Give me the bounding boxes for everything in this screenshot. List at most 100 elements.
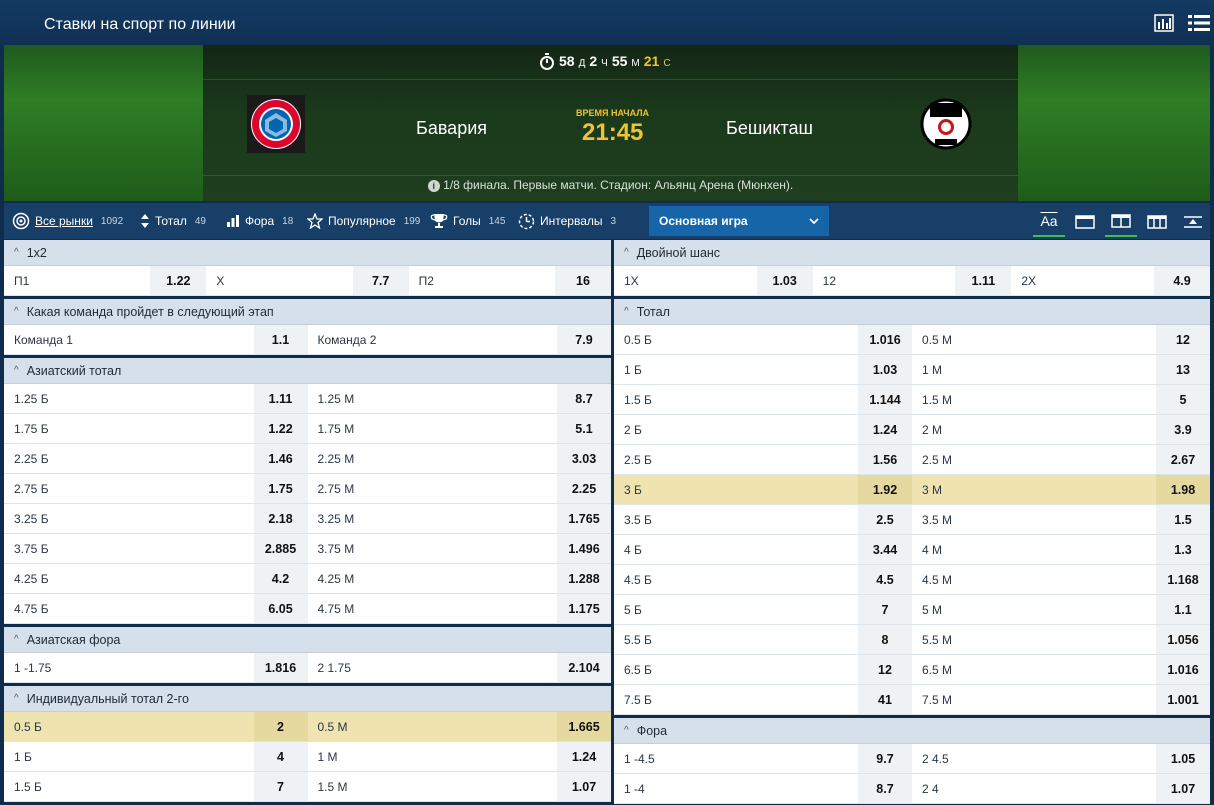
odds-cell[interactable]: 3.75 Б 2.885 <box>4 534 308 563</box>
odds-cell[interactable]: 5 Б 7 <box>614 595 912 624</box>
odds-cell[interactable]: П2 16 <box>409 266 611 295</box>
odds-cell[interactable]: 4.75 Б 6.05 <box>4 594 308 623</box>
odds-row: 5 Б 7 5 М 1.1 <box>614 595 1210 625</box>
odds-cell[interactable]: 2.5 М 2.67 <box>912 445 1210 474</box>
filter-goals[interactable]: Голы 145 <box>430 203 505 239</box>
odds-cell[interactable]: 3.25 Б 2.18 <box>4 504 308 533</box>
odds-cell[interactable]: 4 М 1.3 <box>912 535 1210 564</box>
team1-crest-icon <box>247 95 305 153</box>
list-menu-icon[interactable] <box>1188 14 1210 34</box>
filter-popular[interactable]: Популярное 199 <box>307 203 420 239</box>
odds-cell[interactable]: 2.25 Б 1.46 <box>4 444 308 473</box>
odds-cell[interactable]: 2 Б 1.24 <box>614 415 912 444</box>
odds-cell[interactable]: П1 1.22 <box>4 266 207 295</box>
odds-cell[interactable]: 2.75 Б 1.75 <box>4 474 308 503</box>
handicap-bars-icon <box>227 215 239 227</box>
stats-icon[interactable] <box>1154 14 1176 34</box>
collapse-all-button[interactable] <box>1177 207 1209 237</box>
filter-handicap[interactable]: Фора 18 <box>226 203 293 239</box>
odds-cell[interactable]: 1 Б 1.03 <box>614 355 912 384</box>
odds-cell[interactable]: 5.5 М 1.056 <box>912 625 1210 654</box>
odds-cell[interactable]: 1.75 Б 1.22 <box>4 414 308 443</box>
odds-cell[interactable]: 3.75 М 1.496 <box>308 534 611 563</box>
market-header[interactable]: ^ Азиатский тотал <box>4 358 611 384</box>
odds-cell[interactable]: 6.5 М 1.016 <box>912 655 1210 684</box>
market-header[interactable]: ^ Двойной шанс <box>614 240 1210 266</box>
odds-cell[interactable]: 2 4 1.07 <box>912 774 1210 803</box>
odds-cell[interactable]: Команда 2 7.9 <box>308 325 611 354</box>
odds-cell[interactable]: 1 Б 4 <box>4 742 308 771</box>
market-header[interactable]: ^ 1x2 <box>4 240 611 266</box>
odds-cell[interactable]: 2 М 3.9 <box>912 415 1210 444</box>
odds-cell[interactable]: 1 -4 8.7 <box>614 774 912 803</box>
odds-cell[interactable]: 4.25 Б 4.2 <box>4 564 308 593</box>
start-time-label: ВРЕМЯ НАЧАЛА <box>576 108 650 118</box>
odds-value: 1.56 <box>858 445 912 474</box>
odds-cell[interactable]: 12 1.11 <box>813 266 1012 295</box>
outcome-label: 3.5 М <box>922 512 953 527</box>
odds-cell[interactable]: 1 -1.75 1.816 <box>4 653 308 682</box>
odds-row: 2 Б 1.24 2 М 3.9 <box>614 415 1210 445</box>
odds-cell[interactable]: 1X 1.03 <box>614 266 813 295</box>
odds-cell[interactable]: 2.75 М 2.25 <box>308 474 611 503</box>
market-header[interactable]: ^ Какая команда пройдет в следующий этап <box>4 299 611 325</box>
odds-cell[interactable]: 3.5 М 1.5 <box>912 505 1210 534</box>
outcome-label: 2X <box>1021 273 1037 288</box>
odds-cell[interactable]: 1 М 1.24 <box>308 742 611 771</box>
market-title: Двойной шанс <box>636 245 721 260</box>
odds-cell[interactable]: 2.25 М 3.03 <box>308 444 611 473</box>
odds-cell[interactable]: 1.5 М 1.07 <box>308 772 611 801</box>
odds-cell[interactable]: 2X 4.9 <box>1011 266 1211 295</box>
odds-cell[interactable]: 1.25 М 8.7 <box>308 384 611 413</box>
market-block: ^ Фора 1 -4.5 9.7 2 4.5 1.05 1 -4 8.7 2 4 1.07 <box>614 718 1210 804</box>
filter-total[interactable]: Тотал 49 <box>140 203 206 239</box>
odds-cell[interactable]: 1.5 Б 7 <box>4 772 308 801</box>
filter-intervals[interactable]: Интервалы 3 <box>518 203 616 239</box>
odds-cell[interactable]: 5.5 Б 8 <box>614 625 912 654</box>
odds-cell[interactable]: 2.5 Б 1.56 <box>614 445 912 474</box>
market-title: 1x2 <box>26 245 47 260</box>
odds-cell[interactable]: 0.5 М 12 <box>912 325 1210 354</box>
odds-cell[interactable]: 2 1.75 2.104 <box>308 653 611 682</box>
odds-cell[interactable]: 7.5 Б 41 <box>614 685 912 714</box>
odds-cell[interactable]: 0.5 М 1.665 <box>308 712 611 741</box>
market-header[interactable]: ^ Индивидуальный тотал 2-го <box>4 686 611 712</box>
font-size-toggle[interactable]: Aa <box>1033 207 1065 237</box>
odds-cell[interactable]: 5 М 1.1 <box>912 595 1210 624</box>
odds-cell[interactable]: 7.5 М 1.001 <box>912 685 1210 714</box>
odds-cell[interactable]: 1.5 Б 1.144 <box>614 385 912 414</box>
odds-cell[interactable]: 3.5 Б 2.5 <box>614 505 912 534</box>
view-one-column-button[interactable] <box>1069 207 1101 237</box>
outcome-label: 2 Б <box>624 422 642 437</box>
odds-cell[interactable]: 2 4.5 1.05 <box>912 744 1210 773</box>
odds-cell[interactable]: 3 М 1.98 <box>912 475 1210 504</box>
odds-cell[interactable]: X 7.7 <box>206 266 409 295</box>
view-two-columns-button[interactable] <box>1105 207 1137 237</box>
odds-cell[interactable]: 1.75 М 5.1 <box>308 414 611 443</box>
odds-cell[interactable]: Команда 1 1.1 <box>4 325 308 354</box>
odds-cell[interactable]: 0.5 Б 2 <box>4 712 308 741</box>
odds-cell[interactable]: 1 -4.5 9.7 <box>614 744 912 773</box>
odds-cell[interactable]: 1.25 Б 1.11 <box>4 384 308 413</box>
odds-cell[interactable]: 1.5 М 5 <box>912 385 1210 414</box>
odds-cell[interactable]: 3.25 М 1.765 <box>308 504 611 533</box>
game-period-select[interactable]: Основная игра <box>649 206 829 236</box>
odds-cell[interactable]: 4.25 М 1.288 <box>308 564 611 593</box>
view-three-columns-button[interactable] <box>1141 207 1173 237</box>
odds-cell[interactable]: 4.5 Б 4.5 <box>614 565 912 594</box>
odds-cell[interactable]: 4 Б 3.44 <box>614 535 912 564</box>
odds-cell[interactable]: 4.75 М 1.175 <box>308 594 611 623</box>
market-header[interactable]: ^ Азиатская фора <box>4 627 611 653</box>
market-header[interactable]: ^ Тотал <box>614 299 1210 325</box>
market-header[interactable]: ^ Фора <box>614 718 1210 744</box>
outcome-label: 1 Б <box>14 749 32 764</box>
odds-row: 1 -4.5 9.7 2 4.5 1.05 <box>614 744 1210 774</box>
odds-row: 1X 1.03 12 1.11 2X 4.9 <box>614 266 1211 296</box>
odds-cell[interactable]: 6.5 Б 12 <box>614 655 912 684</box>
odds-cell[interactable]: 4.5 М 1.168 <box>912 565 1210 594</box>
odds-cell[interactable]: 1 М 13 <box>912 355 1210 384</box>
odds-cell[interactable]: 0.5 Б 1.016 <box>614 325 912 354</box>
filter-all-markets[interactable]: Все рынки 1092 <box>12 203 123 239</box>
outcome-label: 1.5 М <box>922 392 953 407</box>
odds-cell[interactable]: 3 Б 1.92 <box>614 475 912 504</box>
